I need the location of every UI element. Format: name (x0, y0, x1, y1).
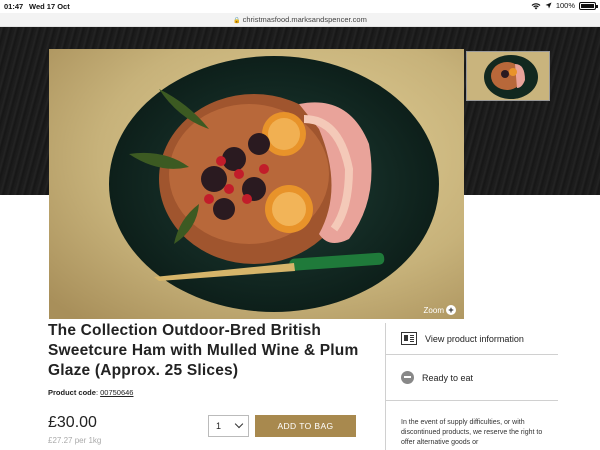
thumbnail-picture (467, 52, 549, 100)
gallery-thumbnail[interactable] (466, 51, 550, 101)
chevron-down-icon (234, 419, 244, 429)
quantity-value: 1 (216, 421, 222, 431)
view-product-information-link[interactable]: View product information (386, 323, 558, 355)
product-side-panel: View product information Ready to eat In… (385, 323, 558, 450)
unit-price: £27.27 per 1kg (48, 436, 102, 445)
product-title: The Collection Outdoor-Bred British Swee… (48, 322, 359, 379)
status-time: 01:47 (4, 2, 24, 11)
product-code: Product code: 00750646 (48, 388, 134, 397)
zoom-plus-icon: + (446, 305, 456, 315)
view-product-information-label: View product information (425, 333, 524, 344)
add-to-bag-button[interactable]: ADD TO BAG (255, 415, 356, 437)
location-arrow-icon (545, 2, 552, 9)
url-text: christmasfood.marksandspencer.com (242, 15, 367, 24)
product-code-label: Product code (48, 388, 96, 397)
supply-notice: In the event of supply difficulties, or … (401, 419, 543, 446)
address-bar[interactable]: 🔒 christmasfood.marksandspencer.com (0, 13, 600, 27)
document-icon (401, 332, 417, 345)
status-bar: 01:47 Wed 17 Oct 100% (0, 0, 600, 13)
ready-to-eat-label: Ready to eat (422, 372, 474, 383)
product-gallery: Zoom + (0, 27, 600, 319)
lock-icon: 🔒 (233, 18, 241, 24)
main-product-image[interactable]: Zoom + (49, 49, 464, 319)
status-indicators: 100% (531, 1, 598, 10)
zoom-label: Zoom (423, 305, 444, 315)
battery-percent: 100% (555, 1, 575, 10)
battery-icon (579, 1, 598, 10)
product-price: £30.00 (48, 414, 97, 431)
product-code-value[interactable]: 00750646 (100, 388, 133, 397)
ready-to-eat-icon (401, 371, 414, 384)
wifi-icon (531, 2, 541, 9)
status-date: Wed 17 Oct (29, 2, 70, 11)
zoom-control[interactable]: Zoom + (424, 305, 456, 315)
quantity-select[interactable]: 1 (208, 415, 249, 437)
ham-platter-picture (49, 49, 464, 319)
ready-to-eat-row: Ready to eat (386, 355, 558, 401)
